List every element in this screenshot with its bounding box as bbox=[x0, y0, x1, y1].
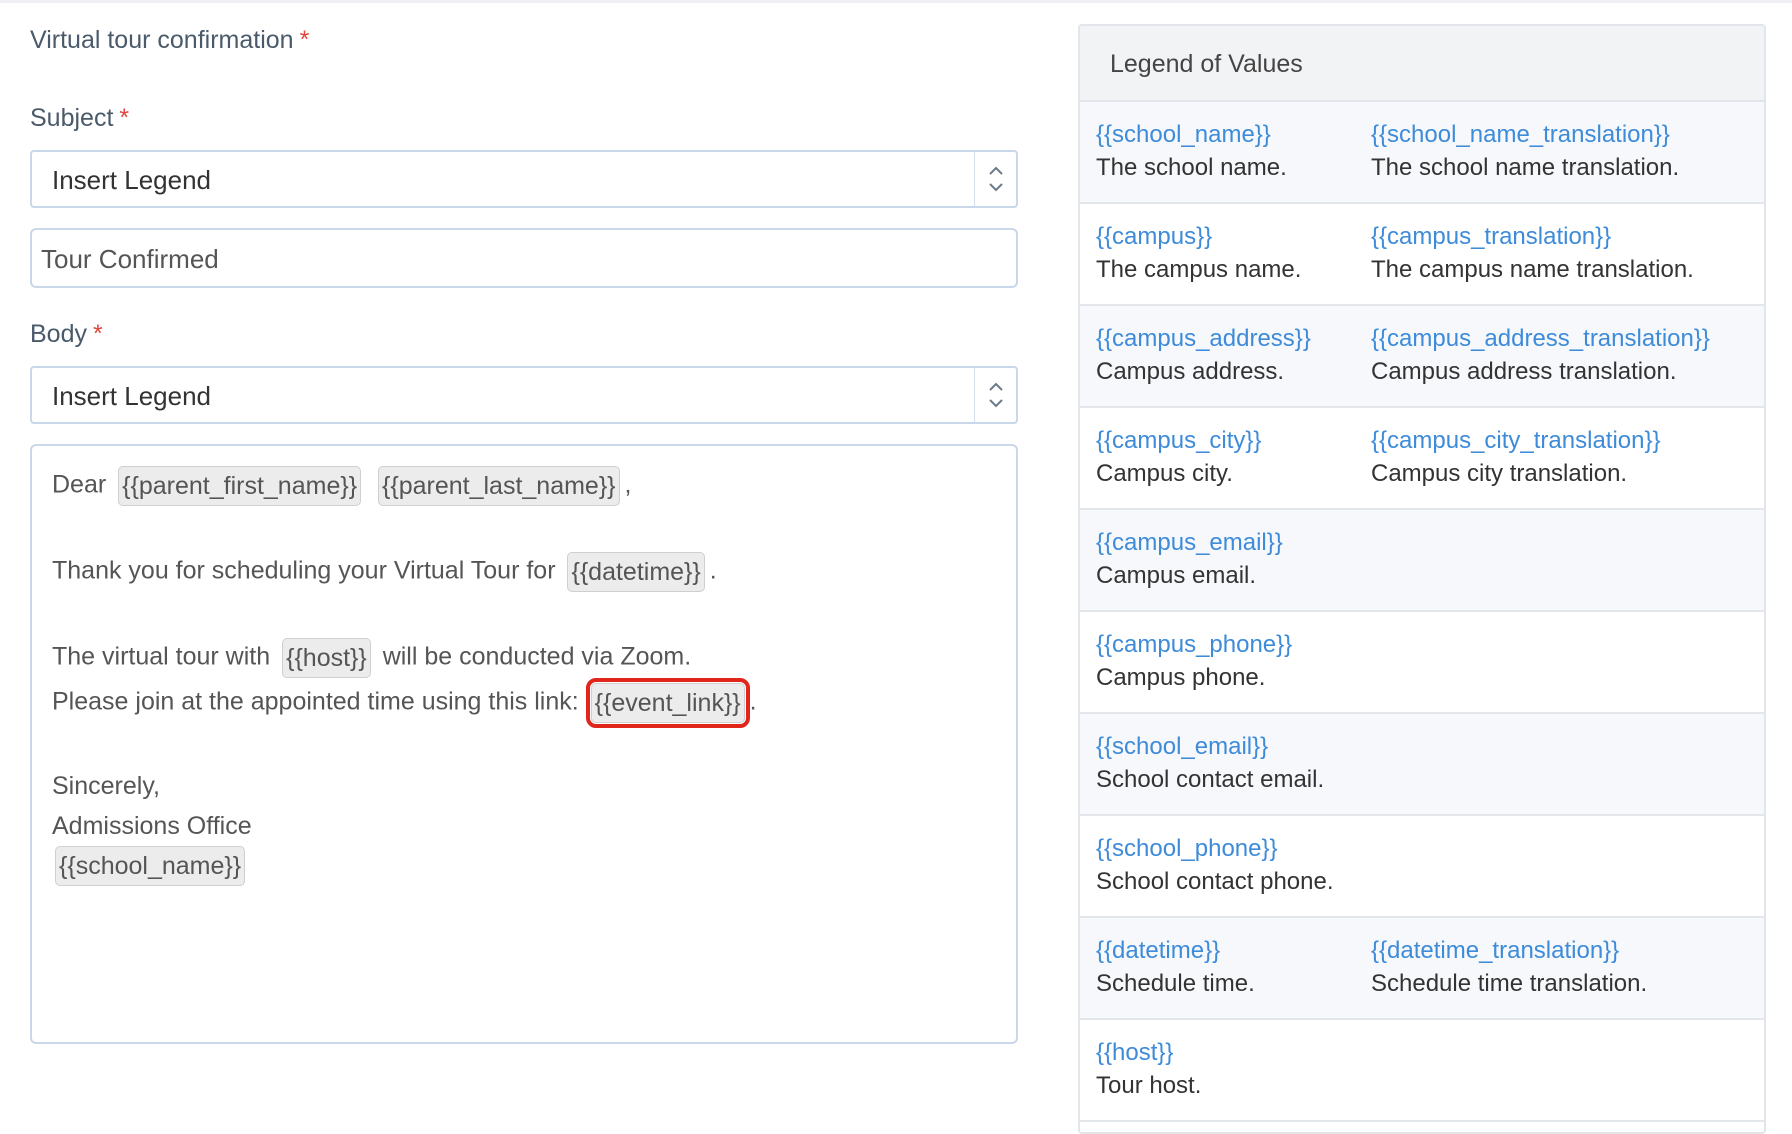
subject-insert-legend-value: Insert Legend bbox=[52, 165, 212, 195]
legend-cell: {{school_phone}} School contact phone. bbox=[1096, 834, 1334, 898]
legend-cell: {{school_name_translation}} The school na… bbox=[1371, 120, 1679, 184]
legend-token[interactable]: {{campus}} bbox=[1096, 222, 1301, 252]
body-text: Please join at the appointed time using … bbox=[52, 687, 579, 716]
legend-description: Campus phone. bbox=[1096, 664, 1266, 691]
legend-cell: {{school_email}} School contact email. bbox=[1096, 732, 1324, 796]
placeholder-chip[interactable]: {{datetime}} bbox=[567, 552, 705, 592]
top-divider bbox=[0, 0, 1792, 3]
legend-description: The school name translation. bbox=[1371, 154, 1680, 181]
legend-table: {{school_name}} The school name. {{school_… bbox=[1080, 102, 1764, 1122]
legend-row: {{school_name}} The school name. {{school_… bbox=[1080, 102, 1764, 204]
required-mark: * bbox=[299, 26, 310, 54]
legend-cell: {{campus}} The campus name. bbox=[1096, 222, 1301, 286]
legend-cell: {{datetime}} Schedule time. bbox=[1096, 936, 1255, 1000]
body-line-link: Please join at the appointed time using … bbox=[52, 678, 757, 728]
legend-cell: {{campus_email}} Campus email. bbox=[1096, 528, 1283, 592]
subject-insert-legend-select[interactable]: Insert Legend bbox=[30, 150, 1018, 208]
legend-token[interactable]: {{school_name}} bbox=[1096, 120, 1287, 150]
legend-row: {{campus_address}} Campus address. {{campu… bbox=[1080, 306, 1764, 408]
legend-description: Tour host. bbox=[1096, 1072, 1202, 1099]
body-text: Dear bbox=[52, 470, 107, 499]
legend-row: {{host}} Tour host. bbox=[1080, 1020, 1764, 1122]
legend-description: The campus name. bbox=[1096, 256, 1302, 283]
legend-token[interactable]: {{school_email}} bbox=[1096, 732, 1324, 762]
body-line-signature: Admissions Office bbox=[52, 812, 252, 840]
legend-row: {{campus_email}} Campus email. bbox=[1080, 510, 1764, 612]
legend-description: The school name. bbox=[1096, 154, 1287, 181]
legend-cell: {{datetime_translation}} Schedule time tr… bbox=[1371, 936, 1647, 1000]
legend-cell: {{campus_address}} Campus address. bbox=[1096, 324, 1311, 388]
body-text: Thank you for scheduling your Virtual To… bbox=[52, 556, 556, 585]
placeholder-chip[interactable]: {{parent_first_name}} bbox=[118, 466, 362, 506]
required-mark: * bbox=[92, 320, 103, 348]
legend-token[interactable]: {{datetime}} bbox=[1096, 936, 1255, 966]
select-stepper[interactable] bbox=[974, 152, 1016, 206]
subject-input[interactable]: Tour Confirmed bbox=[30, 228, 1018, 288]
legend-row: {{school_phone}} School contact phone. bbox=[1080, 816, 1764, 918]
body-insert-legend-value: Insert Legend bbox=[52, 381, 212, 411]
body-label: Body * bbox=[30, 320, 103, 349]
legend-token[interactable]: {{datetime_translation}} bbox=[1371, 936, 1647, 966]
legend-token[interactable]: {{campus_email}} bbox=[1096, 528, 1283, 558]
legend-cell: {{campus_translation}} The campus name tr… bbox=[1371, 222, 1694, 286]
legend-token[interactable]: {{campus_phone}} bbox=[1096, 630, 1292, 660]
template-title-text: Virtual tour confirmation bbox=[30, 26, 294, 54]
legend-row: {{school_email}} School contact email. bbox=[1080, 714, 1764, 816]
body-text: . bbox=[709, 556, 717, 585]
legend-row: {{campus_phone}} Campus phone. bbox=[1080, 612, 1764, 714]
body-line-greeting: Dear {{parent_first_name}} {{parent_last… bbox=[52, 466, 632, 506]
legend-cell: {{host}} Tour host. bbox=[1096, 1038, 1201, 1102]
chevron-up-down-icon bbox=[989, 166, 1003, 192]
legend-description: Schedule time. bbox=[1096, 970, 1255, 997]
legend-token[interactable]: {{campus_city}} bbox=[1096, 426, 1261, 456]
legend-panel: Legend of Values {{school_name}} The scho… bbox=[1078, 24, 1766, 1134]
body-insert-legend-select[interactable]: Insert Legend bbox=[30, 366, 1018, 424]
body-editor[interactable]: Dear {{parent_first_name}} {{parent_last… bbox=[30, 444, 1018, 1044]
legend-description: The campus name translation. bbox=[1371, 256, 1694, 283]
placeholder-chip[interactable]: {{parent_last_name}} bbox=[378, 466, 620, 506]
chevron-up-down-icon bbox=[989, 382, 1003, 408]
legend-description: Campus address. bbox=[1096, 358, 1285, 385]
legend-row: {{campus_city}} Campus city. {{campus_city… bbox=[1080, 408, 1764, 510]
legend-row: {{campus}} The campus name. {{campus_trans… bbox=[1080, 204, 1764, 306]
legend-cell: {{campus_city_translation}} Campus city t… bbox=[1371, 426, 1661, 490]
legend-token[interactable]: {{school_phone}} bbox=[1096, 834, 1334, 864]
placeholder-chip[interactable]: {{school_name}} bbox=[55, 846, 246, 886]
legend-token[interactable]: {{campus_address}} bbox=[1096, 324, 1311, 354]
body-line-host: The virtual tour with {{host}} will be c… bbox=[52, 638, 691, 678]
legend-cell: {{campus_phone}} Campus phone. bbox=[1096, 630, 1292, 694]
body-line-school: {{school_name}} bbox=[50, 846, 250, 886]
body-text: . bbox=[749, 687, 757, 716]
legend-description: School contact email. bbox=[1096, 766, 1325, 793]
template-title: Virtual tour confirmation * bbox=[30, 26, 309, 55]
subject-label: Subject * bbox=[30, 104, 129, 133]
legend-cell: {{campus_address_translation}} Campus add… bbox=[1371, 324, 1710, 388]
legend-row: {{datetime}} Schedule time. {{datetime_tra… bbox=[1080, 918, 1764, 1020]
legend-description: Schedule time translation. bbox=[1371, 970, 1648, 997]
legend-cell: {{school_name}} The school name. bbox=[1096, 120, 1287, 184]
select-stepper[interactable] bbox=[974, 368, 1016, 422]
body-text: will be conducted via Zoom. bbox=[382, 642, 692, 671]
placeholder-chip[interactable]: {{host}} bbox=[282, 638, 371, 678]
legend-description: Campus address translation. bbox=[1371, 358, 1677, 385]
body-line-thanks: Thank you for scheduling your Virtual To… bbox=[52, 552, 717, 592]
legend-token[interactable]: {{school_name_translation}} bbox=[1371, 120, 1679, 150]
event-link-chip[interactable]: {{event_link}} bbox=[585, 678, 750, 728]
legend-description: Campus city. bbox=[1096, 460, 1233, 487]
body-line-closing: Sincerely, bbox=[52, 772, 160, 800]
required-mark: * bbox=[119, 104, 130, 132]
subject-label-text: Subject bbox=[30, 104, 114, 132]
legend-token[interactable]: {{campus_translation}} bbox=[1371, 222, 1694, 252]
legend-token[interactable]: {{campus_city_translation}} bbox=[1371, 426, 1661, 456]
body-label-text: Body bbox=[30, 320, 87, 348]
legend-description: Campus email. bbox=[1096, 562, 1257, 589]
legend-token[interactable]: {{host}} bbox=[1096, 1038, 1201, 1068]
legend-token[interactable]: {{campus_address_translation}} bbox=[1371, 324, 1710, 354]
body-text: , bbox=[624, 470, 632, 499]
legend-description: Campus city translation. bbox=[1371, 460, 1628, 487]
legend-cell: {{campus_city}} Campus city. bbox=[1096, 426, 1261, 490]
legend-title: Legend of Values bbox=[1080, 26, 1764, 102]
legend-description: School contact phone. bbox=[1096, 868, 1334, 895]
body-text: The virtual tour with bbox=[52, 642, 271, 671]
